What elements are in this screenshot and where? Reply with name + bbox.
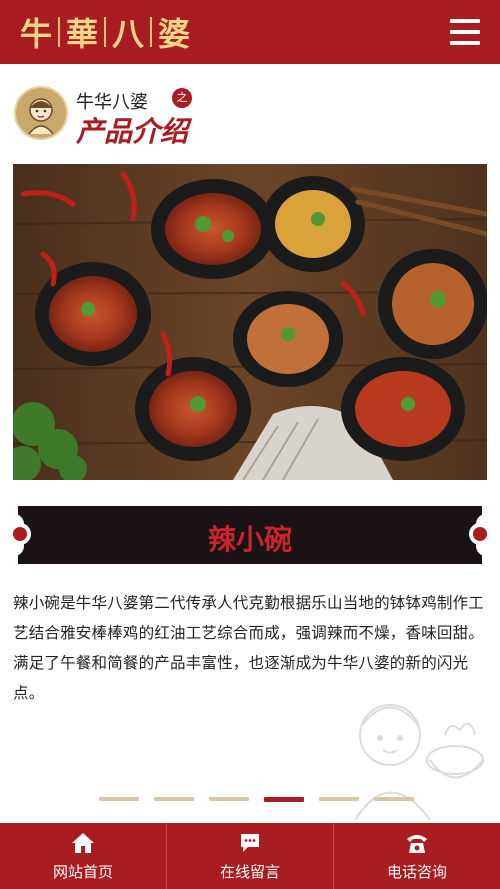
hamburger-menu-icon[interactable] <box>450 19 480 45</box>
site-logo[interactable]: 牛 華 八 婆 <box>14 13 196 53</box>
carousel-dot[interactable] <box>99 797 139 801</box>
top-header: 牛 華 八 婆 <box>0 0 500 64</box>
nav-message[interactable]: 在线留言 <box>167 823 334 889</box>
zhi-badge: 之 <box>172 88 192 108</box>
section-heading: 牛华八婆 之 产品介绍 <box>14 86 314 148</box>
carousel-dot-active[interactable] <box>264 797 304 802</box>
nav-phone[interactable]: 电话咨询 <box>334 823 500 889</box>
logo-char: 婆 <box>158 15 191 53</box>
product-name: 辣小碗 <box>207 523 292 556</box>
mascot-avatar-icon <box>14 86 68 140</box>
nav-home[interactable]: 网站首页 <box>0 823 167 889</box>
logo-char: 華 <box>66 15 99 53</box>
home-icon <box>72 832 94 853</box>
nav-message-label: 在线留言 <box>219 862 280 881</box>
nav-home-label: 网站首页 <box>52 862 113 881</box>
carousel-indicators <box>99 797 429 802</box>
chat-bubble-icon <box>241 833 259 852</box>
telephone-icon <box>407 834 427 853</box>
product-photo <box>13 164 487 480</box>
section-title: 产品介绍 <box>76 115 189 148</box>
logo-char: 八 <box>112 15 145 53</box>
mascot-watermark-icon <box>335 680 495 830</box>
carousel-dot[interactable] <box>319 797 359 801</box>
bottom-nav: 网站首页 在线留言 电话咨询 <box>0 823 500 889</box>
carousel-dot[interactable] <box>209 797 249 801</box>
logo-char: 牛 <box>20 15 53 53</box>
carousel-dot[interactable] <box>374 797 414 801</box>
carousel-dot[interactable] <box>154 797 194 801</box>
nav-phone-label: 电话咨询 <box>386 862 447 881</box>
